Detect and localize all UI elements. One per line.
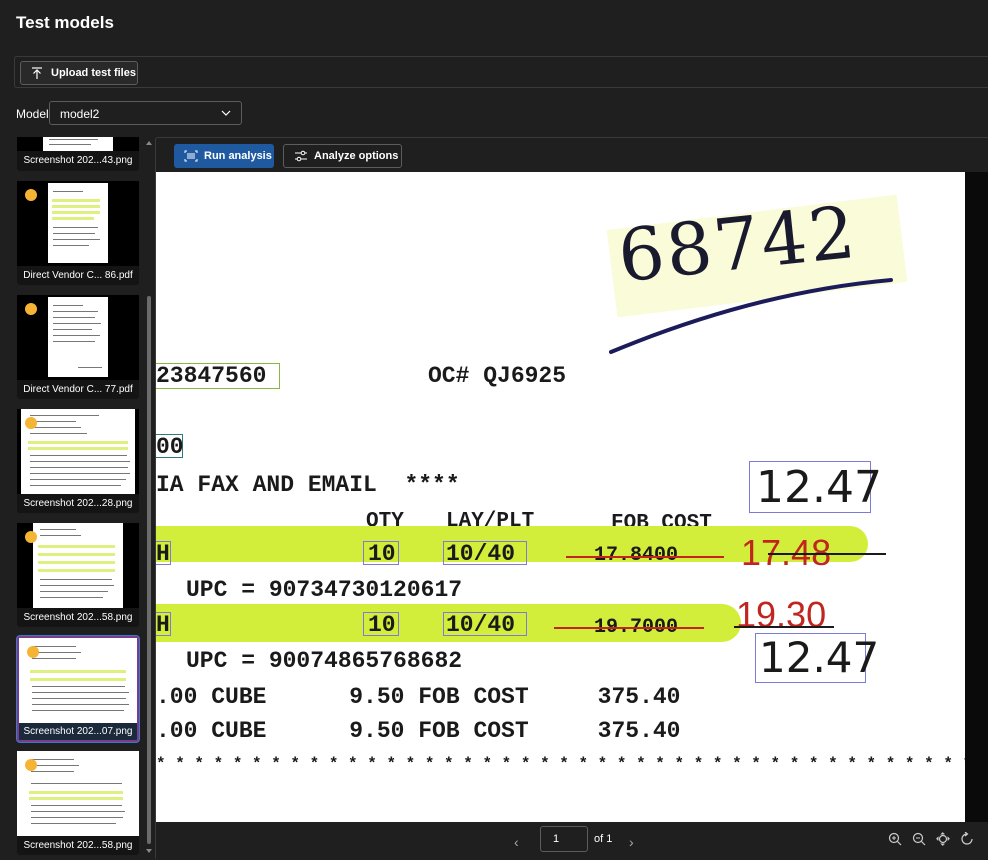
file-item[interactable]: Direct Vendor C... 86.pdf [17, 181, 139, 285]
strikethrough [566, 556, 724, 558]
upload-label: Upload test files [51, 67, 136, 79]
next-page-icon[interactable]: › [629, 834, 634, 850]
scrollbar-thumb[interactable] [147, 296, 151, 844]
file-item[interactable]: Direct Vendor C... 77.pdf [17, 295, 139, 399]
strikethrough [734, 626, 834, 628]
status-dot [25, 759, 37, 771]
previous-page-icon[interactable]: ‹ [514, 834, 519, 850]
run-analysis-label: Run analysis [204, 150, 272, 162]
row1-qty: 10 [368, 541, 396, 567]
file-name: Screenshot 202...43.png [23, 155, 133, 166]
stars-line: * * * * * * * * * * * * * * * * * * * * … [156, 755, 965, 773]
status-dot [25, 531, 37, 543]
handwritten-underline [609, 278, 893, 354]
pagination-bar: ‹ 1 of 1 › [156, 822, 988, 860]
row1-lay: 10/40 [446, 541, 516, 567]
file-item[interactable]: Screenshot 202...43.png [17, 137, 139, 171]
rotate-icon[interactable] [960, 831, 974, 846]
row2-h: H [156, 612, 170, 638]
page-number-input[interactable]: 1 [540, 826, 588, 852]
upload-icon [32, 66, 42, 79]
status-dot [25, 303, 37, 315]
file-item[interactable]: Screenshot 202...28.png [17, 409, 139, 513]
file-name: Screenshot 202...28.png [23, 498, 133, 509]
file-list-scrollbar[interactable] [146, 141, 152, 853]
upload-toolbar: Upload test files [14, 56, 988, 88]
run-analysis-button[interactable]: Run analysis [174, 144, 274, 168]
file-name: Direct Vendor C... 86.pdf [23, 270, 133, 281]
fit-to-page-icon[interactable] [936, 832, 950, 846]
chevron-down-icon [221, 110, 231, 116]
scroll-down-arrow-icon[interactable] [146, 849, 152, 853]
document-viewer: Run analysis Analyze options 68742 23847… [155, 137, 988, 860]
row2-lay: 10/40 [446, 612, 516, 638]
analyze-options-label: Analyze options [314, 150, 399, 162]
model-label: Model [16, 107, 49, 121]
strikethrough [554, 627, 704, 629]
cube-line-1: .00 CUBE 9.50 FOB COST 375.40 [156, 684, 681, 710]
zoom-out-icon[interactable] [912, 832, 926, 846]
scan-icon [184, 150, 198, 162]
document-margin [965, 172, 988, 822]
sliders-icon [295, 150, 307, 162]
ref-number: 23847560 [156, 363, 267, 389]
row2-handwritten: 19.30 [736, 594, 827, 635]
cube-line-2: .00 CUBE 9.50 FOB COST 375.40 [156, 718, 681, 744]
file-list: Screenshot 202...43.png Direct Vendor C.… [14, 137, 142, 857]
handwritten-cost: 12.47 [759, 633, 880, 682]
upc-line-2: UPC = 90074865768682 [186, 648, 463, 674]
model-selected-value: model2 [60, 107, 100, 121]
file-item[interactable]: Screenshot 202...58.png [17, 751, 139, 855]
scroll-up-arrow-icon[interactable] [146, 141, 152, 145]
document-page: 68742 23847560 OC# QJ6925 00 IA FAX AND … [156, 172, 965, 822]
file-name: Direct Vendor C... 77.pdf [23, 384, 133, 395]
strikethrough [768, 553, 886, 555]
status-dot [25, 417, 37, 429]
status-dot [25, 189, 37, 201]
teal-value: 00 [156, 434, 184, 460]
analyze-options-button[interactable]: Analyze options [283, 144, 402, 168]
file-thumbnail [17, 137, 139, 151]
row2-qty: 10 [368, 612, 396, 638]
zoom-in-icon[interactable] [888, 832, 902, 846]
upload-test-files-button[interactable]: Upload test files [20, 61, 138, 85]
page-title: Test models [16, 13, 114, 32]
file-name: Screenshot 202...58.png [23, 612, 133, 623]
file-item[interactable]: Screenshot 202...58.png [17, 523, 139, 627]
file-name: Screenshot 202...58.png [23, 840, 133, 851]
fax-line: IA FAX AND EMAIL **** [156, 472, 460, 498]
file-name: Screenshot 202...07.png [23, 726, 133, 737]
upc-line-1: UPC = 90734730120617 [186, 577, 463, 603]
model-select[interactable]: model2 [49, 101, 242, 125]
oc-number: OC# QJ6925 [428, 363, 567, 389]
file-item-selected[interactable]: Screenshot 202...07.png [17, 636, 139, 742]
viewer-toolbar: Run analysis Analyze options [156, 138, 988, 173]
row1-h: H [156, 541, 170, 567]
status-dot [27, 646, 39, 658]
handwritten-cost: 12.47 [756, 462, 882, 513]
page-count: of 1 [594, 833, 613, 845]
